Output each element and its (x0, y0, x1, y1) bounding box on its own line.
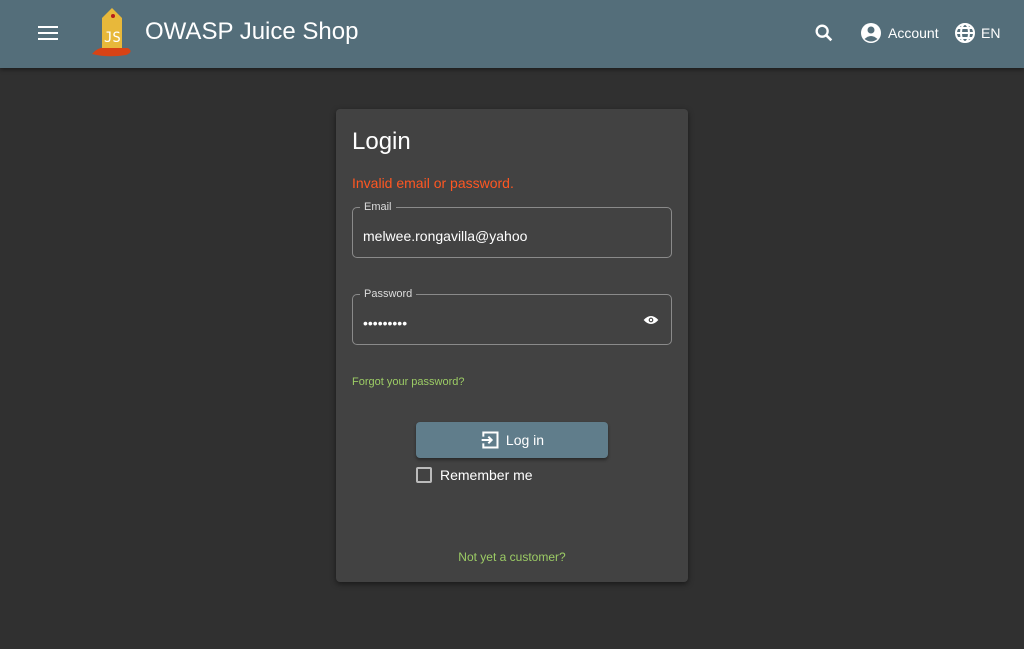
email-field[interactable]: Email melwee.rongavilla@yahoo (352, 201, 672, 258)
globe-icon (955, 23, 975, 43)
language-label: EN (981, 25, 1001, 41)
toolbar: JS OWASP Juice Shop Account EN (0, 0, 1024, 68)
remember-me-checkbox[interactable]: Remember me (416, 467, 533, 483)
password-field[interactable]: Password ••••••••• (352, 288, 672, 345)
login-card: Login Invalid email or password. Email m… (336, 109, 688, 582)
register-link[interactable]: Not yet a customer? (336, 550, 688, 564)
app-title[interactable]: OWASP Juice Shop (145, 18, 358, 46)
search-icon[interactable] (813, 22, 835, 44)
login-button-label: Log in (505, 432, 545, 448)
menu-icon[interactable] (38, 26, 58, 40)
error-message: Invalid email or password. (352, 175, 514, 191)
password-label: Password (360, 288, 417, 300)
account-button[interactable]: Account (859, 21, 939, 45)
forgot-password-link[interactable]: Forgot your password? (352, 376, 465, 388)
email-label: Email (360, 201, 396, 213)
login-icon (481, 431, 499, 449)
checkbox-box[interactable] (416, 467, 432, 483)
remember-me-label: Remember me (440, 467, 533, 483)
login-button[interactable]: Log in (416, 422, 608, 458)
svg-text:JS: JS (104, 30, 121, 46)
password-input[interactable]: ••••••••• (363, 315, 407, 331)
login-title: Login (352, 128, 411, 155)
language-button[interactable]: EN (953, 21, 1000, 45)
account-circle-icon (861, 23, 881, 43)
account-label: Account (888, 25, 939, 41)
juice-shop-logo[interactable]: JS (88, 6, 136, 58)
email-input[interactable]: melwee.rongavilla@yahoo (363, 228, 527, 244)
eye-icon[interactable] (643, 313, 659, 327)
